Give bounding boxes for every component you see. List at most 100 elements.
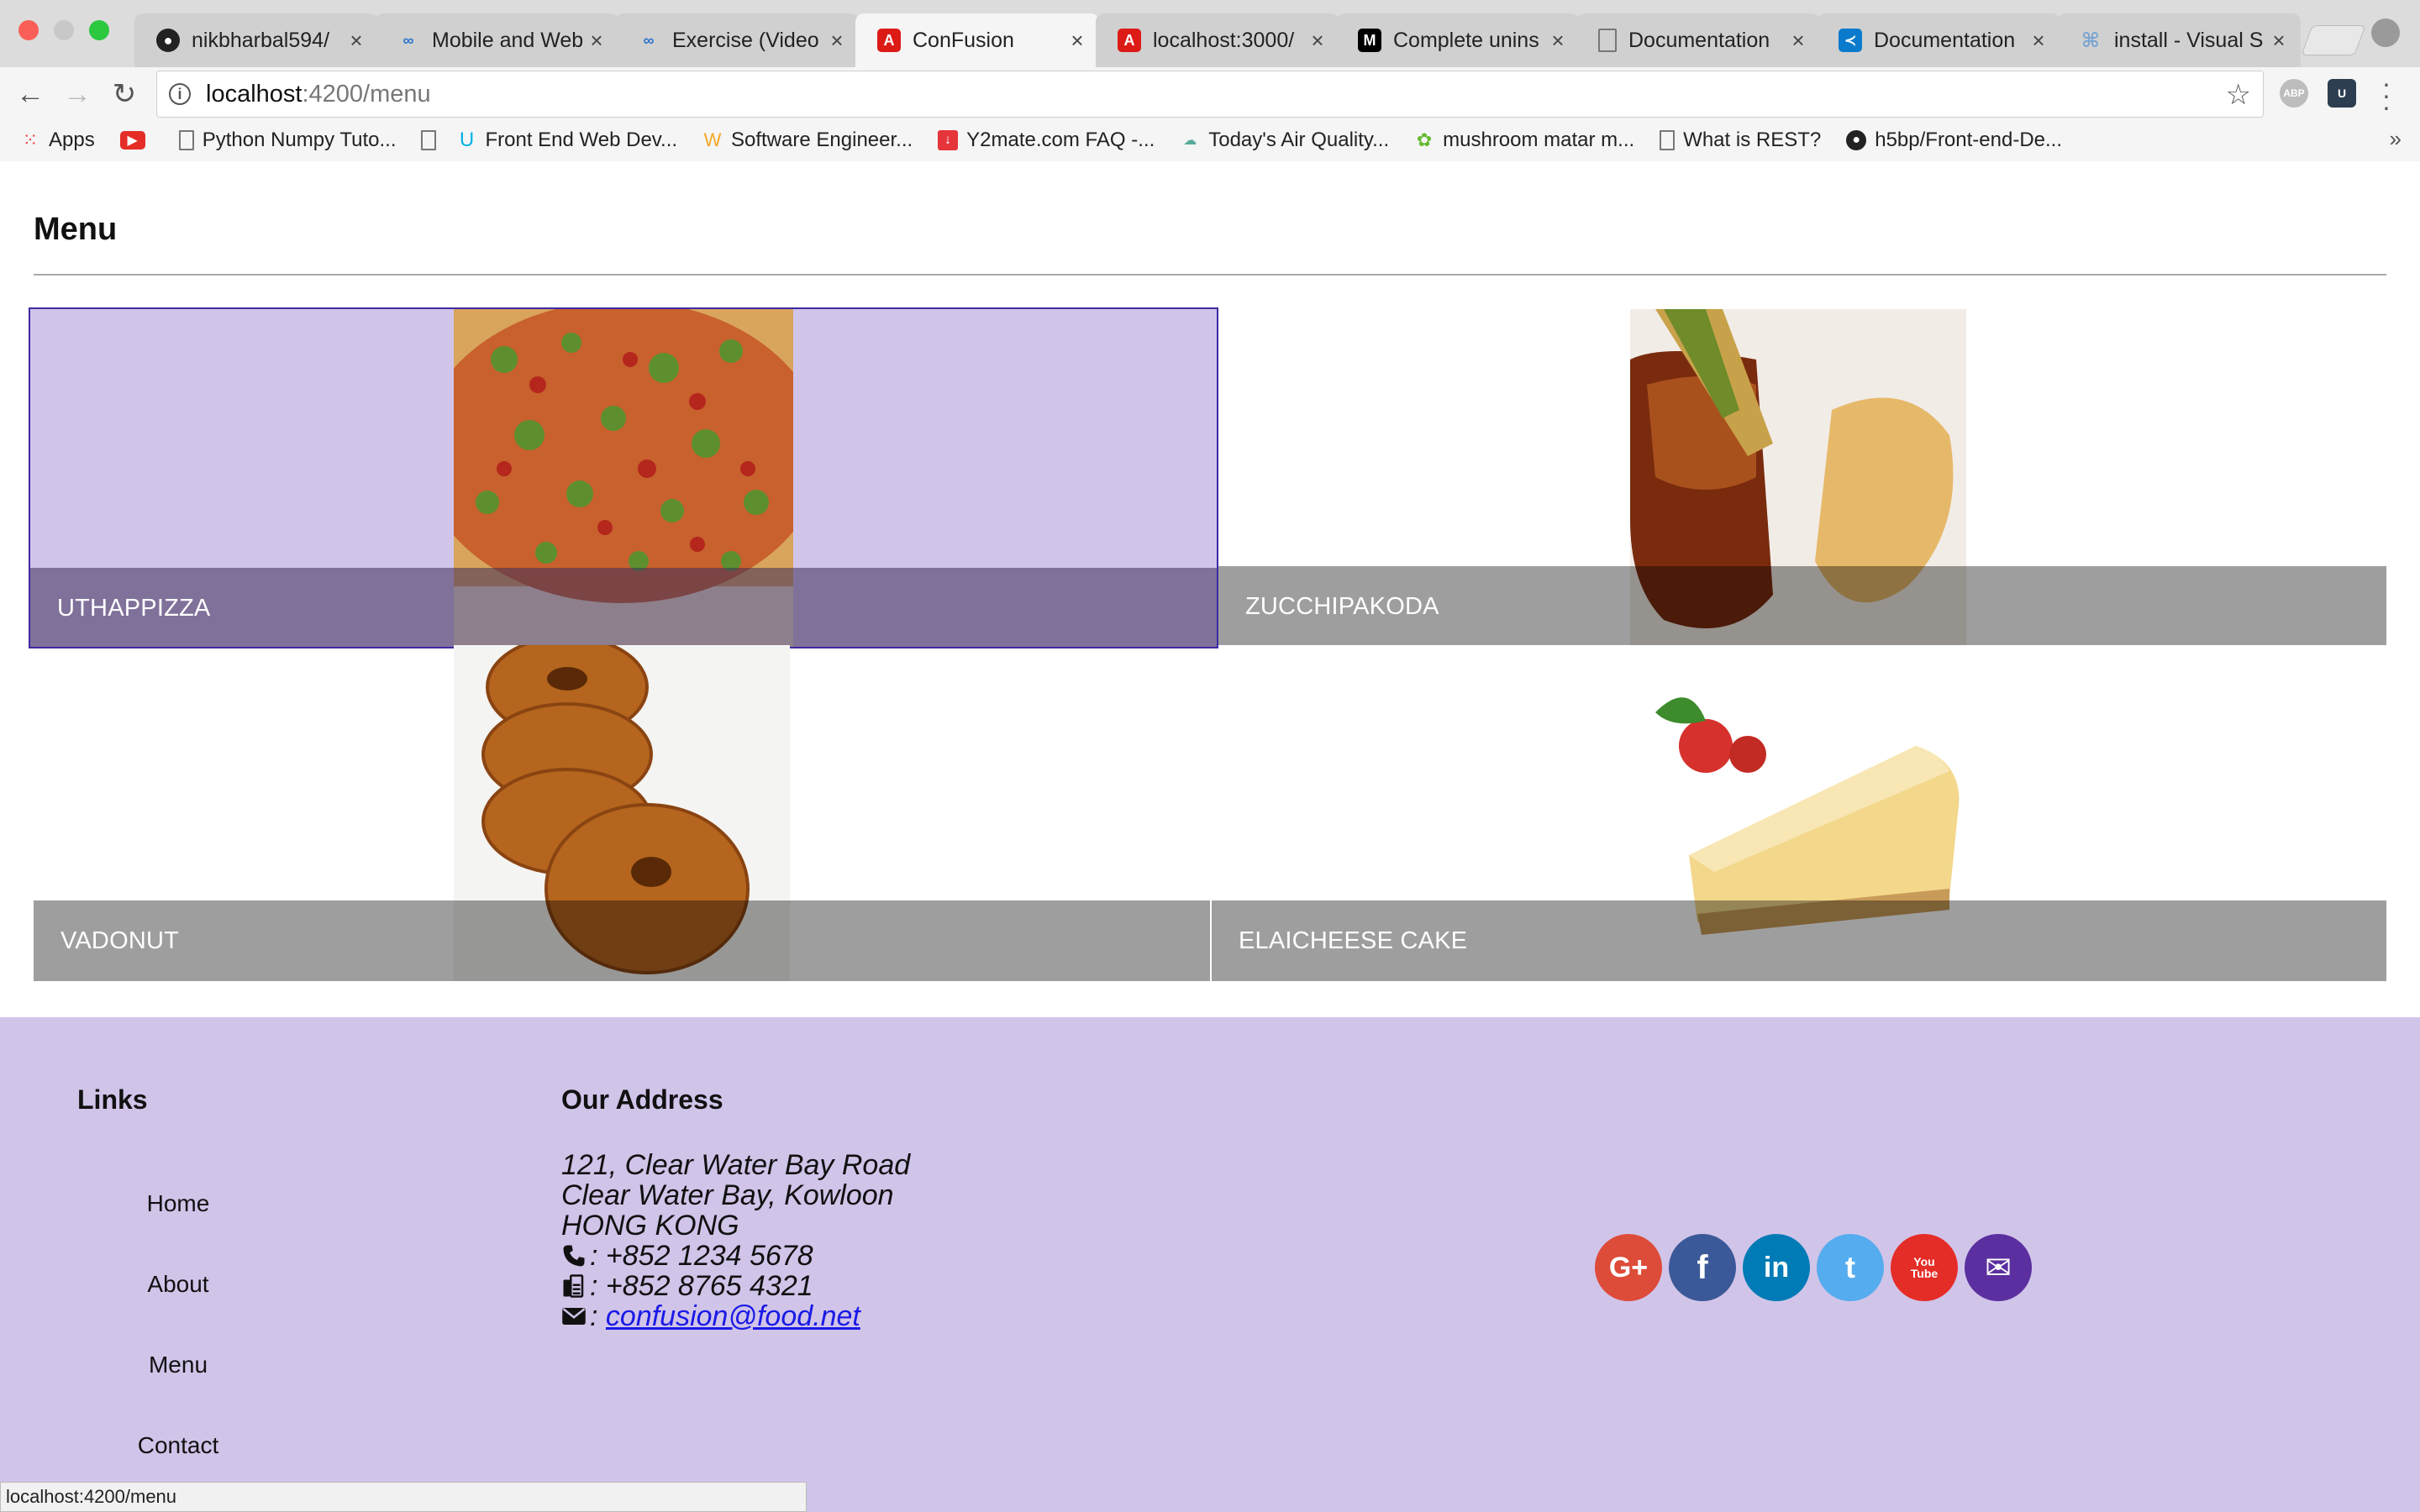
- bookmark-page[interactable]: [421, 130, 445, 150]
- status-bar-url: localhost:4200/menu: [0, 1482, 807, 1512]
- new-tab-button[interactable]: [2301, 25, 2366, 55]
- tab-2[interactable]: ∞ Exercise (Video ×: [615, 13, 859, 67]
- bookmark-label: Today's Air Quality...: [1208, 129, 1390, 151]
- bookmark-rest[interactable]: What is REST?: [1660, 129, 1821, 152]
- tab-4[interactable]: A localhost:3000/ ×: [1096, 13, 1339, 67]
- tab-close-icon[interactable]: ×: [587, 28, 607, 54]
- menu-tile-elaicheese-cake[interactable]: ELAICHEESE CAKE: [1212, 645, 2386, 981]
- bookmark-apps[interactable]: ⁙ Apps: [20, 129, 95, 152]
- google-plus-icon[interactable]: G+: [1595, 1234, 1662, 1301]
- leaf-icon: ✿: [1416, 129, 1433, 150]
- bookmark-label: mushroom matar m...: [1443, 129, 1635, 151]
- github-icon: ●: [1846, 130, 1867, 150]
- bookmarks-bar: ⁙ Apps ▶ Python Numpy Tuto... U Front En…: [0, 121, 2420, 160]
- page-icon: [178, 130, 194, 150]
- bookmark-label: What is REST?: [1683, 129, 1822, 151]
- back-button[interactable]: ←: [13, 77, 47, 111]
- tab-label: Complete unins: [1393, 28, 1539, 52]
- tab-close-icon[interactable]: ×: [2028, 28, 2049, 54]
- github-icon: ●: [156, 29, 180, 52]
- email-prefix: :: [590, 1300, 606, 1332]
- bookmark-label: Apps: [49, 129, 95, 151]
- bookmark-label: Front End Web Dev...: [485, 129, 678, 151]
- close-window-button[interactable]: [18, 20, 39, 40]
- udacity-extension-icon[interactable]: U: [2328, 79, 2356, 108]
- tab-6[interactable]: Documentation ×: [1576, 13, 1820, 67]
- dish-name: UTHAPPIZZA: [57, 594, 211, 622]
- youtube-icon: ▶: [119, 131, 145, 150]
- dish-caption-bar: ZUCCHIPAKODA: [1218, 566, 2386, 645]
- info-icon[interactable]: i: [169, 83, 191, 105]
- menu-tile-uthappizza[interactable]: UTHAPPIZZA: [29, 307, 1218, 648]
- tab-label: localhost:3000/: [1153, 28, 1295, 52]
- dish-caption-bar: VADONUT: [34, 900, 1210, 981]
- bookmark-youtube[interactable]: ▶: [119, 131, 154, 150]
- address-line: 121, Clear Water Bay Road: [561, 1149, 911, 1181]
- bookmark-label: Python Numpy Tuto...: [202, 129, 397, 151]
- tab-label: nikbharbal594/: [192, 28, 330, 52]
- minimize-window-button[interactable]: [54, 20, 74, 40]
- coursera-icon: ∞: [402, 31, 414, 49]
- footer: Links Home About Menu Contact Our Addres…: [0, 1017, 2420, 1512]
- bookmark-software-engineer[interactable]: W Software Engineer...: [702, 129, 913, 152]
- phone-number: : +852 1234 5678: [590, 1240, 813, 1272]
- tab-0[interactable]: ● nikbharbal594/ ×: [134, 13, 378, 67]
- youtube-icon[interactable]: You Tube: [1891, 1234, 1958, 1301]
- bookmarks-overflow-icon[interactable]: »: [2390, 126, 2402, 152]
- tab-confusion-active[interactable]: A ConFusion ×: [855, 13, 1099, 67]
- profile-icon[interactable]: [2371, 18, 2400, 47]
- forward-button[interactable]: →: [60, 77, 94, 111]
- tab-8[interactable]: ⌘ install - Visual S ×: [2057, 13, 2301, 67]
- bookmark-air-quality[interactable]: ☁ Today's Air Quality...: [1180, 129, 1389, 152]
- tab-close-icon[interactable]: ×: [827, 28, 847, 54]
- vscode-icon: ≺: [1839, 29, 1862, 52]
- bookmark-h5bp[interactable]: ● h5bp/Front-end-De...: [1846, 129, 2062, 152]
- address-line: Clear Water Bay, Kowloon: [561, 1179, 894, 1211]
- bookmark-front-end[interactable]: U Front End Web Dev...: [456, 129, 677, 152]
- tab-7[interactable]: ≺ Documentation ×: [1817, 13, 2060, 67]
- bookmark-mushroom[interactable]: ✿ mushroom matar m...: [1414, 129, 1634, 152]
- menu-tile-zucchipakoda[interactable]: ZUCCHIPAKODA: [1218, 309, 2386, 645]
- tab-close-icon[interactable]: ×: [2269, 28, 2289, 54]
- tab-close-icon[interactable]: ×: [1788, 28, 1808, 54]
- tab-close-icon[interactable]: ×: [1548, 28, 1568, 54]
- address-bar[interactable]: i localhost:4200/menu ☆: [156, 71, 2264, 118]
- bookmark-star-icon[interactable]: ☆: [2226, 78, 2251, 112]
- facebook-icon[interactable]: f: [1669, 1234, 1736, 1301]
- bookmark-label: Y2mate.com FAQ -...: [966, 129, 1155, 151]
- fax-number: : +852 8765 4321: [590, 1270, 813, 1302]
- tab-label: ConFusion: [913, 28, 1014, 52]
- page-icon: [421, 130, 437, 150]
- url-host: localhost: [206, 80, 302, 108]
- email-link[interactable]: confusion@food.net: [606, 1301, 860, 1331]
- bookmark-y2mate[interactable]: ↓ Y2mate.com FAQ -...: [938, 129, 1155, 152]
- footer-link-contact[interactable]: Contact: [94, 1432, 262, 1459]
- command-icon: ⌘: [2081, 29, 2101, 52]
- tab-close-icon[interactable]: ×: [346, 28, 366, 54]
- email-row: : confusion@food.net: [561, 1301, 910, 1331]
- mail-icon[interactable]: ✉: [1965, 1234, 2032, 1301]
- page-icon: [1660, 130, 1676, 150]
- linkedin-icon[interactable]: in: [1743, 1234, 1810, 1301]
- tab-1[interactable]: ∞ Mobile and Web ×: [375, 13, 618, 67]
- twitter-icon[interactable]: t: [1817, 1234, 1884, 1301]
- tab-close-icon[interactable]: ×: [1307, 28, 1328, 54]
- adblock-extension-icon[interactable]: ABP: [2280, 79, 2308, 108]
- footer-link-menu[interactable]: Menu: [94, 1352, 262, 1378]
- maximize-window-button[interactable]: [89, 20, 109, 40]
- tab-5[interactable]: M Complete unins ×: [1336, 13, 1580, 67]
- menu-tile-vadonut[interactable]: VADONUT: [34, 645, 1210, 981]
- footer-link-about[interactable]: About: [94, 1271, 262, 1298]
- bookmark-python-numpy[interactable]: Python Numpy Tuto...: [178, 129, 397, 152]
- menu-kebab-icon[interactable]: · · ·: [2378, 70, 2395, 120]
- medium-icon: M: [1358, 29, 1381, 52]
- dish-caption-bar: UTHAPPIZZA: [30, 568, 1217, 647]
- dish-name: VADONUT: [60, 927, 180, 954]
- tab-close-icon[interactable]: ×: [1067, 28, 1087, 54]
- reload-button[interactable]: ↻: [108, 77, 141, 111]
- coursera-icon: ∞: [643, 31, 655, 49]
- bookmark-label: h5bp/Front-end-De...: [1875, 129, 2063, 151]
- tab-label: Exercise (Video: [672, 28, 819, 52]
- tab-label: Mobile and Web: [432, 28, 584, 52]
- footer-link-home[interactable]: Home: [94, 1190, 262, 1217]
